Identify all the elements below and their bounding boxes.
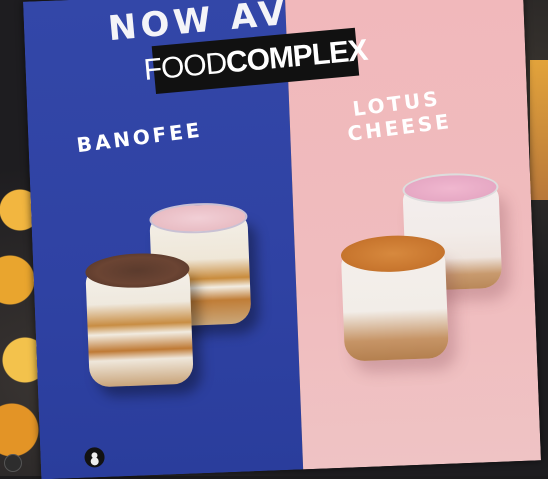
logo-food: FOOD: [142, 46, 228, 87]
corner-icon: [4, 454, 22, 472]
logo-complex: COMPLEX: [224, 33, 369, 80]
decor-right-edge: [530, 60, 548, 200]
banofee-cup-front: [84, 251, 194, 388]
poster: NOW AV FOOD COMPLEX BANOFEE LOTUS CHEESE: [23, 0, 541, 479]
lotus-cup-front: [340, 233, 449, 362]
